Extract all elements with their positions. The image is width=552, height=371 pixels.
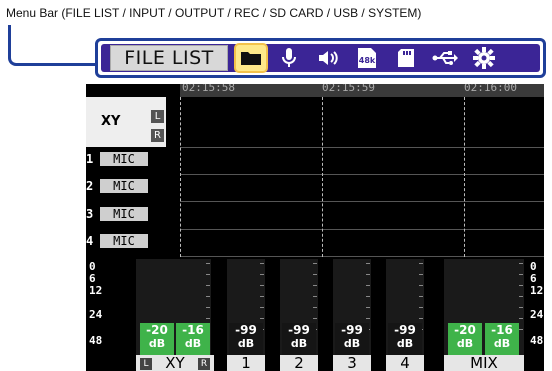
time-label: 02:16:00 [464,84,517,94]
track-source-label: MIC [100,151,148,166]
track-divider [180,201,544,202]
callout-line [8,25,101,66]
track-source-label: MIC [100,178,148,193]
level-unit: dB [237,337,255,350]
meter-ch1: -99 dB [227,259,265,355]
tab-xy-left-tag: L [140,358,152,370]
time-marker [464,97,465,257]
level-unit: dB [456,337,474,350]
level-value: -16 [491,323,513,337]
track-number: 1 [86,151,94,166]
usb-icon[interactable] [427,43,463,73]
level-readout: -99 dB [282,323,316,355]
level-value: -99 [341,323,363,337]
time-label: 02:15:59 [322,84,375,94]
level-value: -99 [394,323,416,337]
level-value: -16 [182,323,204,337]
meter-scale-right: 0 6 12 24 48 [530,261,543,347]
track-mic-2[interactable]: 2 MIC [86,177,148,194]
tab-mix[interactable]: MIX [444,355,524,371]
scale-tick: 48 [530,334,544,347]
track-mic-3[interactable]: 3 MIC [86,205,148,222]
folder-icon[interactable] [234,43,268,73]
level-unit: dB [290,337,308,350]
track-number: 4 [86,233,94,248]
meter-xy: -20 dB -16 dB [136,259,211,355]
rec-rate-label: 48k [359,56,376,65]
meter-ch3: -99 dB [333,259,371,355]
tab-xy-label: XY [165,354,185,371]
level-readout: -20 dB [140,323,174,355]
meter-scale-left: 0 6 12 24 48 [89,261,102,347]
level-unit: dB [184,337,202,350]
scale-tick: 24 [530,308,544,321]
scale-tick: 12 [530,284,544,297]
track-divider [180,174,544,175]
tab-channel-3[interactable]: 3 [333,355,371,371]
track-xy[interactable]: XY L R [86,97,166,147]
meter-mix: -20 dB -16 dB [444,259,524,355]
meter-ch4: -99 dB [386,259,424,355]
timeline-header: 02:15:58 02:15:59 02:16:00 [180,84,544,97]
level-value: -20 [146,323,168,337]
rec-48k-icon[interactable]: 48k [349,43,385,73]
track-xy-label: XY [101,114,121,129]
scale-tick: 48 [89,334,103,347]
track-mic-4[interactable]: 4 MIC [86,232,148,249]
tab-channel-4[interactable]: 4 [386,355,424,371]
level-unit: dB [148,337,166,350]
level-readout: -99 dB [229,323,263,355]
level-readout: -16 dB [176,323,210,355]
sd-card-icon[interactable] [388,43,424,73]
meter-ch2: -99 dB [280,259,318,355]
level-value: -99 [288,323,310,337]
menu-bar-inner: FILE LIST 48k [101,43,540,73]
time-marker [322,97,323,257]
tab-channel-1[interactable]: 1 [227,355,265,371]
track-xy-left-tag: L [151,110,164,123]
scale-tick: 12 [89,284,103,297]
channel-tabs: L XY R 1 2 3 4 MIX [86,355,544,371]
time-label: 02:15:58 [182,84,235,94]
meter-ticks [519,263,523,337]
menu-bar: FILE LIST 48k [95,38,546,78]
device-screen: 02:15:58 02:15:59 02:16:00 XY L R 1 MIC … [86,84,544,371]
track-number: 3 [86,206,94,221]
level-readout: -16 dB [485,323,519,355]
level-unit: dB [493,337,511,350]
gear-icon[interactable] [466,43,502,73]
level-readout: -99 dB [388,323,422,355]
track-divider [180,229,544,230]
track-number: 2 [86,178,94,193]
tab-xy-right-tag: R [198,358,210,370]
menu-title: FILE LIST [110,45,228,71]
level-unit: dB [396,337,414,350]
level-meters: 0 6 12 24 48 0 6 12 24 48 -20 dB -16 dB [86,257,544,371]
time-marker [180,97,181,257]
microphone-icon[interactable] [271,43,307,73]
level-value: -99 [235,323,257,337]
menu-bar-annotation: Menu Bar (FILE LIST / INPUT / OUTPUT / R… [6,6,422,20]
track-source-label: MIC [100,233,148,248]
scale-tick: 24 [89,308,103,321]
speaker-icon[interactable] [310,43,346,73]
track-divider [180,147,544,148]
track-mic-1[interactable]: 1 MIC [86,150,148,167]
level-unit: dB [343,337,361,350]
tab-channel-2[interactable]: 2 [280,355,318,371]
track-xy-right-tag: R [151,129,164,142]
track-source-label: MIC [100,206,148,221]
level-readout: -99 dB [335,323,369,355]
level-value: -20 [454,323,476,337]
tab-xy[interactable]: L XY R [136,355,214,371]
level-readout: -20 dB [448,323,482,355]
